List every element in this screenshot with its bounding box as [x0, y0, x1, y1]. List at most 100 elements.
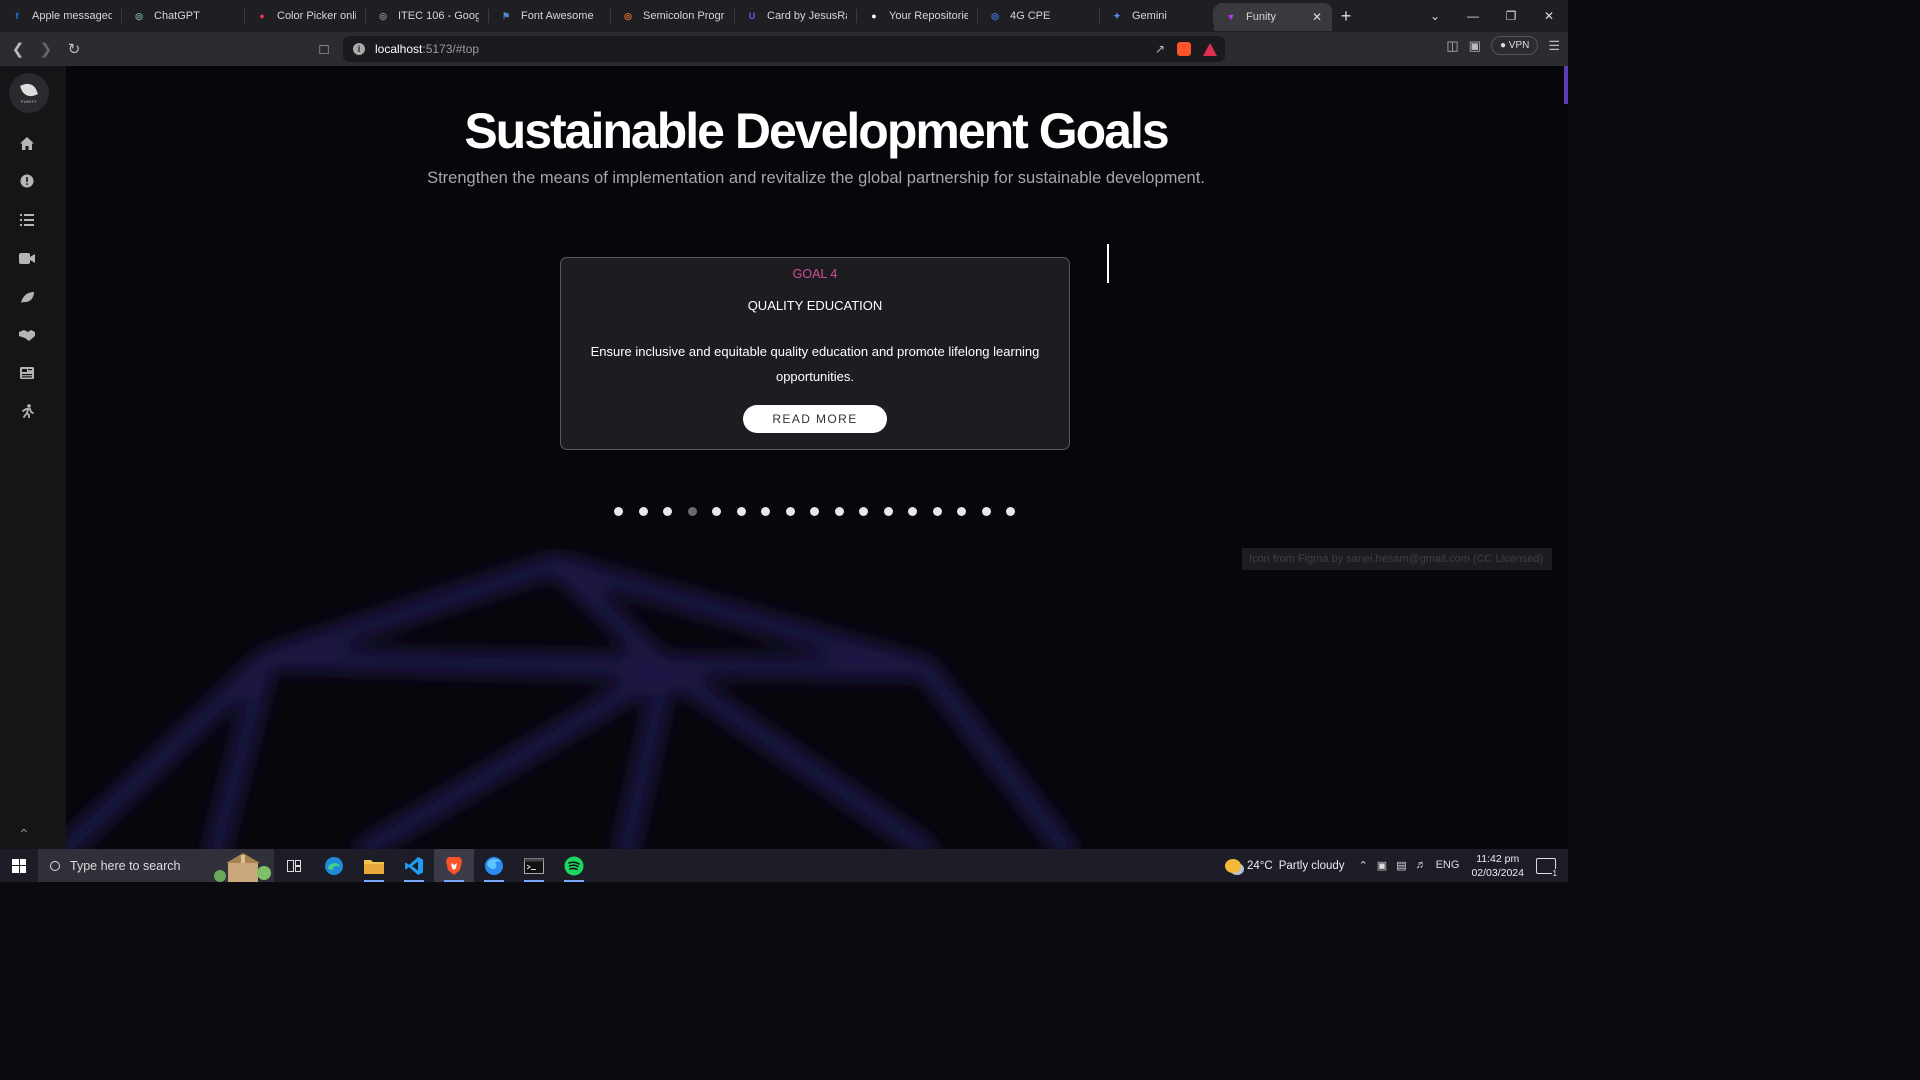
clock-time: 11:42 pm — [1476, 852, 1520, 865]
volume-icon[interactable]: ♬ — [1416, 859, 1427, 872]
uiverse-icon: U — [748, 11, 756, 21]
new-tab-button[interactable]: + — [1332, 2, 1360, 30]
spotify-icon[interactable] — [554, 849, 594, 882]
search-placeholder: Type here to search — [70, 858, 181, 873]
url-host: localhost — [375, 42, 423, 56]
router-icon: ◎ — [991, 10, 999, 21]
carousel-dot[interactable] — [638, 507, 648, 516]
file-explorer-icon[interactable] — [354, 849, 394, 882]
leaf-icon[interactable] — [18, 288, 36, 306]
minimize-icon[interactable]: — — [1454, 0, 1492, 32]
search-highlight-illustration — [214, 853, 271, 882]
carousel-pagination — [614, 507, 1015, 516]
vpn-button[interactable]: ● VPN — [1490, 36, 1539, 55]
browser-tab[interactable]: ● Color Picker onli — [245, 0, 366, 32]
scroll-up-icon[interactable]: ⌃ — [18, 826, 30, 843]
terminal-icon[interactable] — [514, 849, 554, 882]
carousel-dot[interactable] — [932, 507, 942, 516]
tab-title: 4G CPE — [1010, 10, 1051, 22]
tray-overflow-icon[interactable]: ⌃ — [1359, 859, 1368, 872]
back-icon[interactable]: ❮ — [4, 35, 32, 63]
main-content: Sustainable Development Goals Strengthen… — [66, 66, 1568, 849]
vscode-icon[interactable] — [394, 849, 434, 882]
task-view-icon[interactable] — [274, 849, 314, 882]
carousel-dot[interactable] — [859, 507, 868, 516]
firefox-icon[interactable] — [474, 849, 514, 882]
browser-tab[interactable]: ⚑ Font Awesome — [489, 0, 611, 32]
goal-title: QUALITY EDUCATION — [747, 298, 883, 313]
news-icon[interactable] — [18, 364, 36, 382]
notification-count: 1 — [1551, 868, 1558, 878]
network-icon[interactable]: ▤ — [1396, 859, 1406, 872]
browser-tab[interactable]: ◎ 4G CPE — [978, 0, 1100, 32]
browser-tab[interactable]: ● Your Repositories — [857, 0, 978, 32]
tab-title: Card by JesusRafael — [767, 10, 847, 22]
carousel-dot[interactable] — [957, 507, 966, 516]
carousel-dot[interactable] — [761, 507, 770, 516]
semicolon-icon: ◎ — [624, 10, 632, 21]
meet-now-icon[interactable]: ▣ — [1377, 859, 1387, 872]
weather-widget[interactable]: 24°C Partly cloudy — [1225, 858, 1345, 873]
carousel-dot[interactable] — [712, 507, 721, 516]
brave-rewards-icon[interactable] — [1203, 42, 1217, 56]
carousel-dot[interactable] — [687, 507, 697, 516]
home-icon[interactable] — [18, 134, 36, 152]
browser-tab[interactable]: ▼ Funity ✕ — [1214, 3, 1332, 31]
chatgpt-icon: ◎ — [135, 10, 143, 21]
runner-icon[interactable] — [18, 402, 36, 420]
clock[interactable]: 11:42 pm 02/03/2024 — [1471, 852, 1524, 880]
carousel-dot[interactable] — [908, 507, 917, 516]
tab-title: ITEC 106 - Google D — [398, 10, 479, 22]
reload-icon[interactable]: ↻ — [60, 35, 88, 63]
close-window-icon[interactable]: ✕ — [1530, 0, 1568, 32]
funity-logo[interactable]: FUNITY — [9, 73, 49, 113]
carousel-dot[interactable] — [736, 507, 746, 516]
read-more-button[interactable]: READ MORE — [743, 405, 887, 433]
menu-icon[interactable]: ☰ — [1548, 38, 1560, 54]
carousel-dot[interactable] — [785, 507, 795, 516]
carousel-dot[interactable] — [1006, 507, 1015, 516]
carousel-dot[interactable] — [883, 507, 893, 516]
share-icon[interactable]: ↗ — [1155, 42, 1165, 56]
browser-toolbar: ❮ ❯ ↻ □ i localhost:5173/#top ↗ ◫ ▣ ● VP… — [0, 32, 1568, 66]
start-button[interactable] — [0, 849, 38, 882]
carousel-dot[interactable] — [663, 507, 672, 516]
language-indicator[interactable]: ENG — [1436, 859, 1460, 872]
handshake-icon[interactable] — [18, 326, 36, 344]
carousel-dot[interactable] — [810, 507, 819, 516]
carousel-dot[interactable] — [981, 507, 991, 516]
goal-number: GOAL 4 — [792, 267, 838, 281]
browser-tab[interactable]: ◎ ITEC 106 - Google D — [366, 0, 489, 32]
carousel-dot[interactable] — [614, 507, 623, 516]
browser-tab[interactable]: ✦ Gemini — [1100, 0, 1214, 32]
sidebar-toggle-icon[interactable]: ◫ — [1446, 38, 1458, 54]
browser-tab[interactable]: ◎ ChatGPT — [122, 0, 245, 32]
brave-browser-icon[interactable] — [434, 849, 474, 882]
video-icon[interactable] — [18, 249, 36, 267]
windows-logo-icon — [12, 858, 26, 873]
browser-tab[interactable]: U Card by JesusRafael — [735, 0, 857, 32]
tab-search-icon[interactable]: ⌄ — [1416, 0, 1454, 32]
bookmark-icon[interactable]: □ — [310, 35, 338, 63]
vpn-label: VPN — [1508, 40, 1530, 51]
partly-cloudy-icon — [1225, 858, 1242, 873]
browser-tab[interactable]: f Apple messaged yo — [0, 0, 122, 32]
brave-shields-icon[interactable] — [1177, 42, 1191, 56]
notification-center-icon[interactable]: 1 — [1536, 857, 1558, 878]
edge-icon[interactable] — [314, 849, 354, 882]
tab-title: Semicolon Program — [643, 10, 725, 22]
close-tab-icon[interactable]: ✕ — [1312, 10, 1322, 24]
search-icon — [50, 860, 60, 871]
info-icon[interactable] — [18, 172, 36, 190]
maximize-icon[interactable]: ❐ — [1492, 0, 1530, 32]
site-info-icon[interactable]: i — [353, 43, 365, 55]
forward-icon[interactable]: ❯ — [32, 35, 60, 63]
taskbar-search[interactable]: Type here to search — [38, 849, 274, 882]
page-scrollbar[interactable] — [1564, 66, 1568, 104]
address-bar[interactable]: i localhost:5173/#top ↗ — [343, 36, 1225, 62]
carousel-dot[interactable] — [834, 507, 844, 516]
wallet-icon[interactable]: ▣ — [1469, 38, 1481, 54]
browser-tab[interactable]: ◎ Semicolon Program — [611, 0, 735, 32]
icon-credit: Icon from Figma by sanei.hesam@gmail.com… — [1242, 548, 1552, 570]
list-icon[interactable] — [18, 211, 36, 229]
